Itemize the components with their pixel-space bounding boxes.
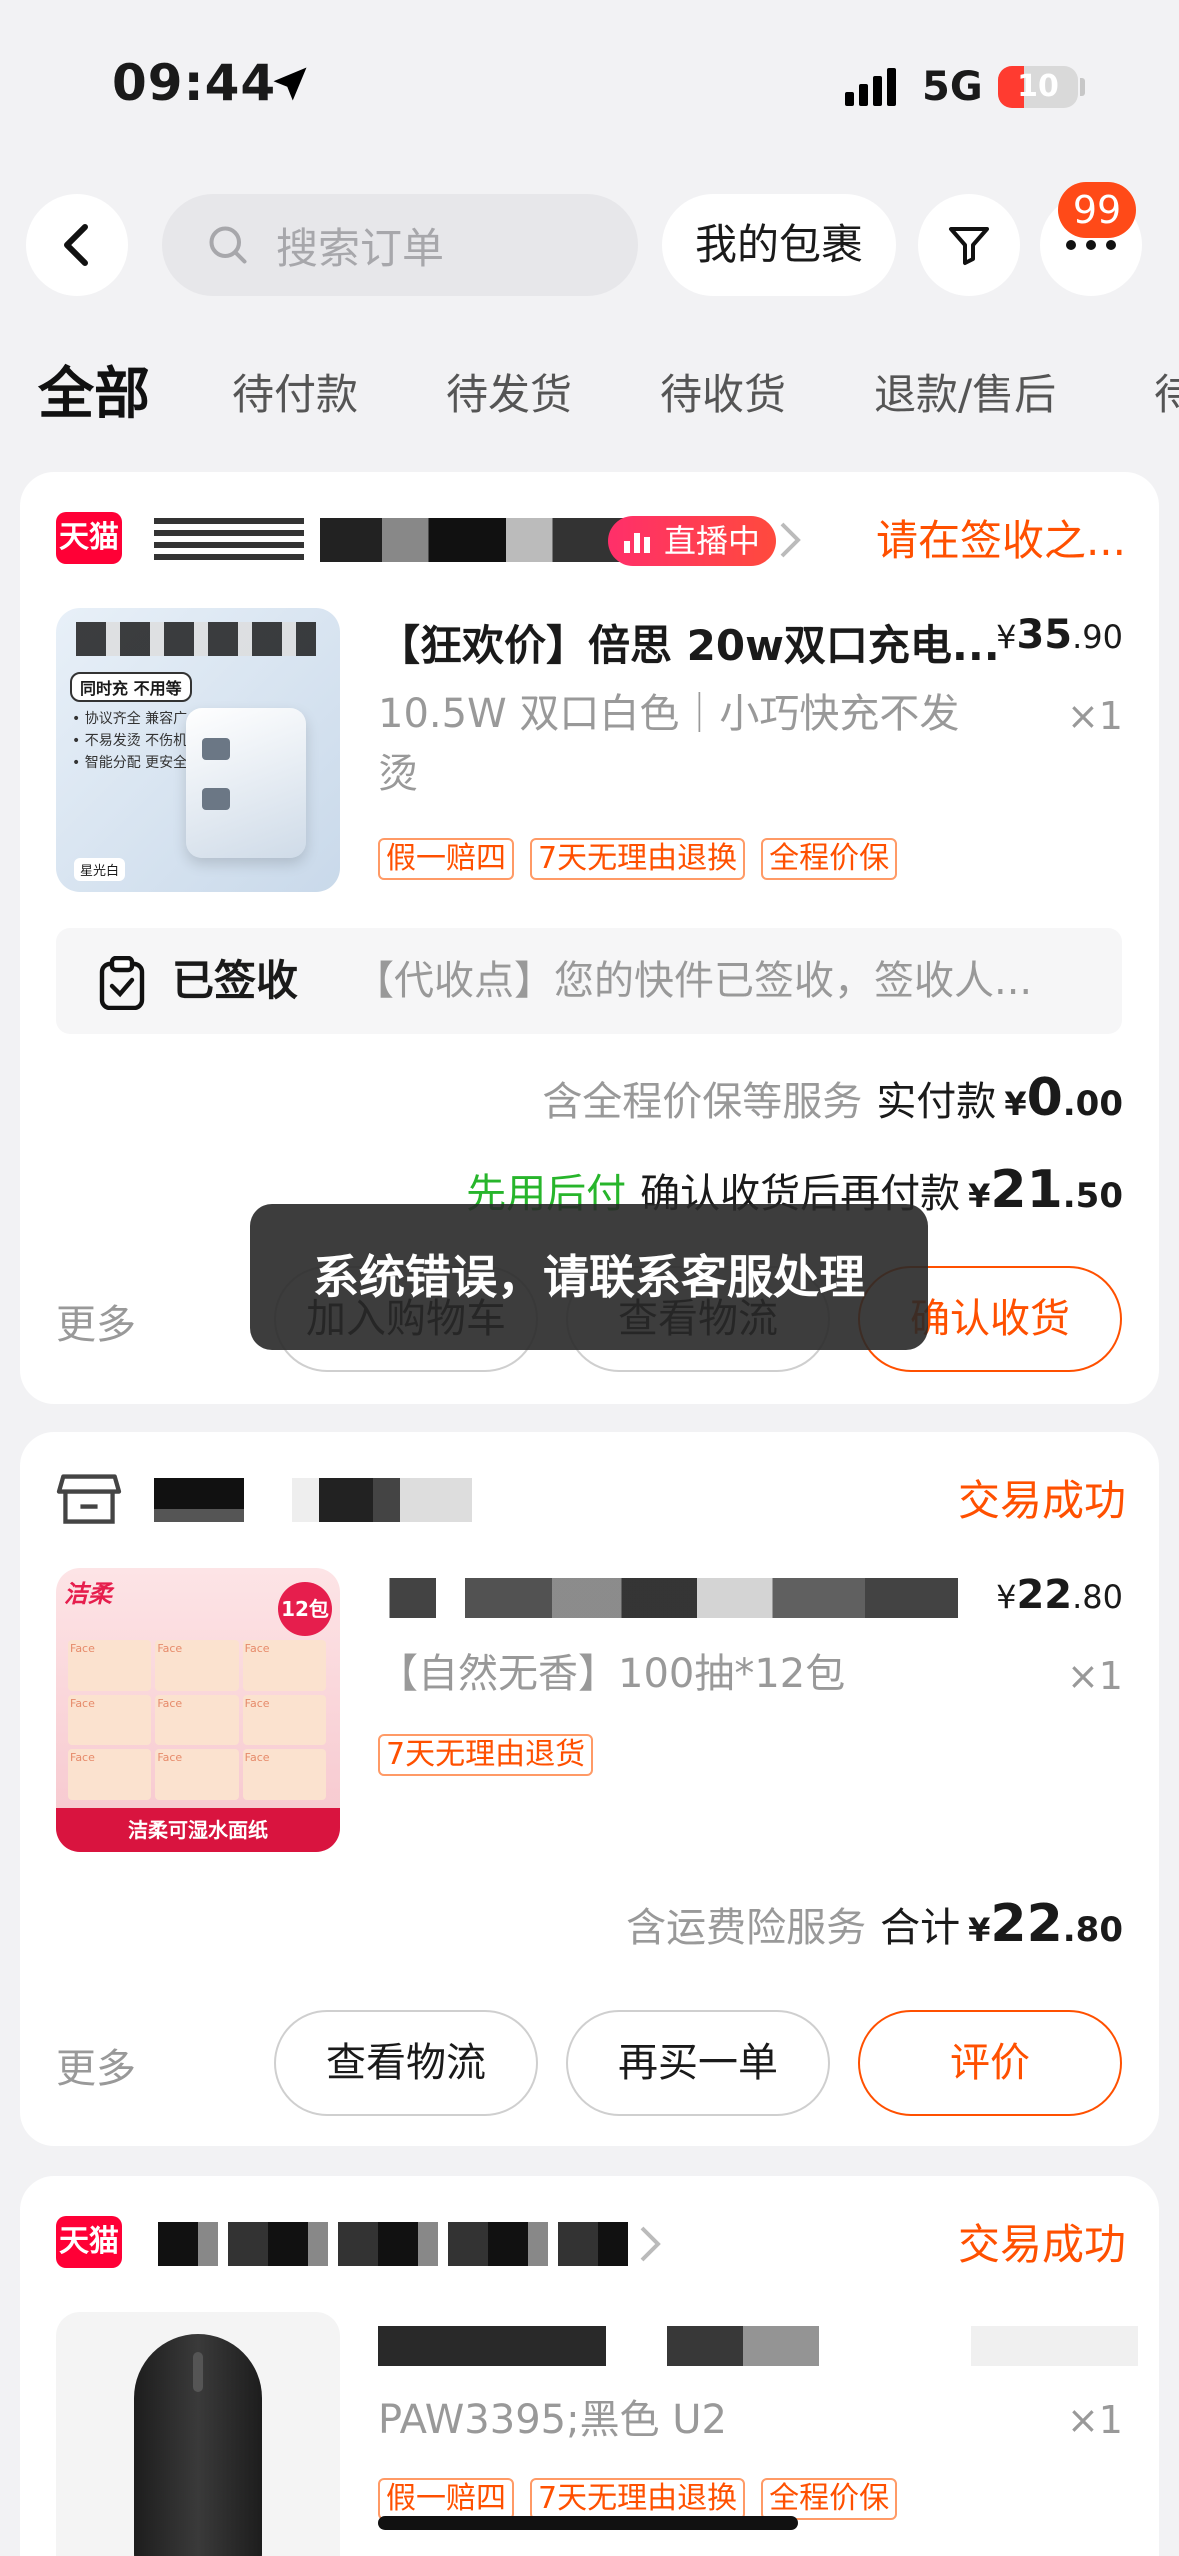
product-quantity: ×1 <box>1066 1654 1123 1698</box>
search-placeholder: 搜索订单 <box>276 223 445 273</box>
thumb-badge: 同时充 不用等 <box>70 672 192 702</box>
product-thumbnail[interactable]: 同时充 不用等 • 协议齐全 兼容广 • 不易发烫 不伤机 • 智能分配 更安全… <box>56 608 340 892</box>
order-status: 请在签收之... <box>875 516 1126 565</box>
service-tag: 7天无理由退换 <box>530 2478 746 2520</box>
my-packages-button[interactable]: 我的包裹 <box>662 194 896 296</box>
chevron-right-icon <box>640 2226 661 2262</box>
logistics-status: 已签收 <box>172 956 299 1005</box>
live-tag-label: 直播中 <box>664 522 761 560</box>
search-icon <box>209 226 247 264</box>
back-button[interactable] <box>26 194 128 296</box>
service-tags: 7天无理由退货 <box>378 1734 594 1776</box>
service-tag: 全程价保 <box>761 838 898 880</box>
notification-badge: 99 <box>1058 182 1136 238</box>
search-input[interactable]: 搜索订单 <box>162 194 638 296</box>
service-note: 含全程价保等服务 <box>542 1079 863 1125</box>
product-thumbnail[interactable] <box>56 2312 340 2556</box>
status-bar: 09:44 5G 10 <box>0 0 1179 170</box>
service-tag: 假一赔四 <box>378 838 514 880</box>
product-title[interactable]: 【狂欢价】倍思 20w双口充电... <box>378 612 998 673</box>
tmall-badge: 天猫 <box>56 512 122 564</box>
product-spec: 10.5W 双口白色｜小巧快充不发烫 <box>378 691 960 797</box>
shop-name-redacted <box>292 1478 472 1522</box>
product-quantity: ×1 <box>1066 2398 1123 2442</box>
total-label: 合计 <box>880 1905 961 1951</box>
service-tag: 7天无理由退换 <box>530 838 746 880</box>
total-amount: 22 <box>990 1894 1063 1954</box>
paid-amount: 0 <box>1026 1068 1063 1128</box>
thumb-features: • 协议齐全 兼容广 • 不易发烫 不伤机 • 智能分配 更安全 <box>72 711 188 771</box>
more-link[interactable]: 更多 <box>56 2036 136 2094</box>
thumb-bottom-label: 洁柔可湿水面纸 <box>56 1808 340 1852</box>
order-card[interactable]: 天猫 交易成功 PAW3395;黑色 U2 ×1 假一赔四 7天无理由退换 全程… <box>20 2176 1159 2556</box>
shop-name-redacted <box>320 518 630 562</box>
pay-later-amount: 21 <box>990 1160 1063 1220</box>
tab-pending-payment[interactable]: 待付款 <box>232 350 358 440</box>
service-tag: 假一赔四 <box>378 2478 514 2520</box>
service-tags: 假一赔四 7天无理由退换 全程价保 <box>378 838 898 880</box>
thumb-pack-count: 12包 <box>278 1582 332 1636</box>
battery-level: 10 <box>1017 69 1059 104</box>
error-toast: 系统错误，请联系客服处理 <box>250 1204 928 1350</box>
shop-row[interactable]: 天猫 交易成功 <box>56 2212 1126 2278</box>
product-price: ¥35.90 <box>996 612 1123 658</box>
tab-pending-review[interactable]: 待 <box>1154 350 1179 440</box>
service-tags: 假一赔四 7天无理由退换 全程价保 <box>378 2478 898 2520</box>
tmall-badge: 天猫 <box>56 2216 122 2268</box>
shop-row[interactable]: 天猫 直播中 请在签收之... <box>56 508 1126 574</box>
paid-label: 实付款 <box>876 1079 997 1125</box>
product-thumbnail[interactable]: 洁柔 12包 Face Face Face Face Face Face Fac… <box>56 1568 340 1852</box>
tab-all[interactable]: 全部 <box>38 350 150 440</box>
network-type: 5G <box>922 64 983 110</box>
clipboard-check-icon <box>99 956 145 1010</box>
filter-button[interactable] <box>918 194 1020 296</box>
tab-pending-receipt[interactable]: 待收货 <box>660 350 786 440</box>
logistics-box[interactable]: 已签收 【代收点】您的快件已签收，签收人... <box>56 928 1122 1034</box>
filter-icon <box>949 227 989 265</box>
review-button[interactable]: 评价 <box>858 2010 1122 2116</box>
product-title-redacted <box>378 2326 1138 2366</box>
service-tag: 全程价保 <box>761 2478 898 2520</box>
product-quantity: ×1 <box>1066 694 1123 738</box>
product-spec: PAW3395;黑色 U2 <box>378 2397 728 2443</box>
location-arrow-icon <box>273 67 307 101</box>
signal-icon <box>845 68 896 106</box>
product-title-redacted <box>378 1578 958 1618</box>
logistics-detail: 【代收点】您的快件已签收，签收人... <box>354 958 1033 1004</box>
service-tag: 7天无理由退货 <box>378 1734 594 1776</box>
thumb-color-label: 星光白 <box>74 858 126 881</box>
order-status: 交易成功 <box>957 1476 1126 1525</box>
shop-name-redacted <box>158 2222 628 2266</box>
tab-refund[interactable]: 退款/售后 <box>874 350 1056 440</box>
order-status: 交易成功 <box>957 2220 1126 2269</box>
more-link[interactable]: 更多 <box>56 1292 136 1350</box>
tab-pending-shipment[interactable]: 待发货 <box>446 350 572 440</box>
thumb-brand: 洁柔 <box>64 1580 112 1608</box>
service-note: 含运费险服务 <box>626 1905 867 1951</box>
chevron-left-icon <box>64 224 88 266</box>
view-logistics-button[interactable]: 查看物流 <box>274 2010 538 2116</box>
product-spec: 【自然无香】100抽*12包 <box>378 1651 846 1697</box>
top-bar: 搜索订单 我的包裹 99 <box>0 182 1179 300</box>
order-summary: 含全程价保等服务 实付款 ¥0.00 <box>542 1068 1123 1128</box>
home-indicator[interactable] <box>378 2516 798 2530</box>
store-icon <box>56 1474 122 1524</box>
live-bars-icon <box>624 533 650 553</box>
shop-row[interactable]: 交易成功 <box>56 1468 1126 1534</box>
live-tag: 直播中 <box>608 516 777 566</box>
product-price: ¥22.80 <box>996 1572 1123 1618</box>
chevron-right-icon <box>780 522 801 558</box>
order-tabs: 全部 待付款 待发货 待收货 退款/售后 待 <box>0 350 1179 440</box>
buy-again-button[interactable]: 再买一单 <box>566 2010 830 2116</box>
battery-icon: 10 <box>998 66 1078 108</box>
shop-name-redacted <box>154 518 304 562</box>
status-time: 09:44 <box>112 54 277 112</box>
order-card[interactable]: 交易成功 洁柔 12包 Face Face Face Face Face Fac… <box>20 1432 1159 2146</box>
more-dots-icon <box>1066 240 1116 250</box>
shop-name-redacted <box>154 1478 244 1522</box>
order-summary: 含运费险服务 合计 ¥22.80 <box>626 1894 1123 1954</box>
